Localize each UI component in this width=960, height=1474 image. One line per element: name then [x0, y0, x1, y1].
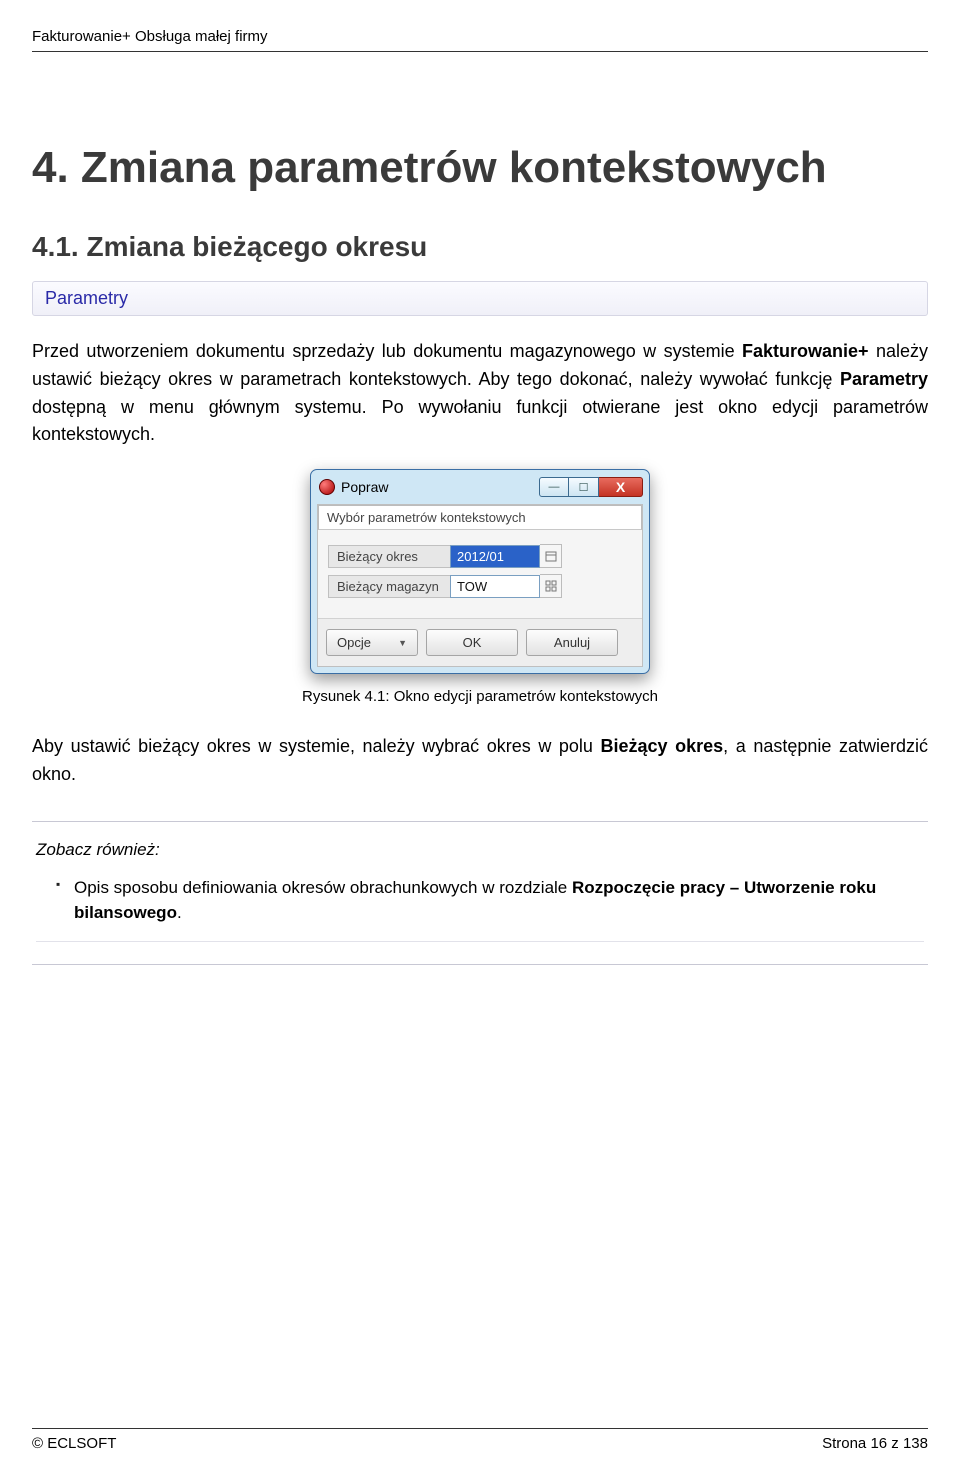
- opcje-button[interactable]: Opcje ▼: [326, 629, 418, 656]
- anuluj-button[interactable]: Anuluj: [526, 629, 618, 656]
- input-biezacy-okres[interactable]: 2012/01: [450, 545, 540, 568]
- chapter-title: 4. Zmiana parametrów kontekstowych: [32, 142, 928, 195]
- dialog-heading: Wybór parametrów kontekstowych: [318, 505, 642, 530]
- breadcrumb: Parametry: [32, 281, 928, 316]
- see-also-inner-rule: [36, 941, 924, 942]
- header-rule: [32, 51, 928, 52]
- minimize-button[interactable]: —: [539, 477, 569, 497]
- section-title: 4.1. Zmiana bieżącego okresu: [32, 231, 928, 263]
- footer-right: Strona 16 z 138: [822, 1435, 928, 1452]
- chevron-down-icon: ▼: [398, 638, 407, 648]
- footer-left: © ECLSOFT: [32, 1435, 116, 1452]
- paragraph-1: Przed utworzeniem dokumentu sprzedaży lu…: [32, 338, 928, 450]
- dialog-figure: Popraw — ☐ X Wybór parametrów kontekstow…: [32, 469, 928, 674]
- p1-bold-1: Fakturowanie+: [742, 341, 869, 361]
- see-also-box: Zobacz również: Opis sposobu definiowani…: [32, 821, 928, 965]
- paragraph-2: Aby ustawić bieżący okres w systemie, na…: [32, 733, 928, 789]
- row-biezacy-okres: Bieżący okres 2012/01: [328, 544, 632, 568]
- window-titlebar: Popraw — ☐ X: [311, 470, 649, 500]
- popraw-window: Popraw — ☐ X Wybór parametrów kontekstow…: [310, 469, 650, 674]
- p1-bold-2: Parametry: [840, 369, 928, 389]
- see-also-run-c: .: [177, 903, 182, 922]
- opcje-button-label: Opcje: [337, 635, 371, 650]
- ok-button[interactable]: OK: [426, 629, 518, 656]
- close-button[interactable]: X: [599, 477, 643, 497]
- picker-magazyn-icon[interactable]: [540, 574, 562, 598]
- input-biezacy-magazyn[interactable]: TOW: [450, 575, 540, 598]
- label-biezacy-okres: Bieżący okres: [328, 545, 450, 568]
- row-biezacy-magazyn: Bieżący magazyn TOW: [328, 574, 632, 598]
- window-title-text: Popraw: [341, 479, 388, 495]
- figure-caption: Rysunek 4.1: Okno edycji parametrów kont…: [32, 688, 928, 705]
- label-biezacy-magazyn: Bieżący magazyn: [328, 575, 450, 598]
- p2-run-a: Aby ustawić bieżący okres w systemie, na…: [32, 736, 601, 756]
- dialog-button-row: Opcje ▼ OK Anuluj: [318, 618, 642, 666]
- see-also-label: Zobacz również:: [36, 840, 924, 860]
- page-footer: © ECLSOFT Strona 16 z 138: [32, 1421, 928, 1453]
- p1-run-e: dostępną w menu głównym systemu. Po wywo…: [32, 397, 928, 445]
- see-also-item: Opis sposobu definiowania okresów obrach…: [56, 876, 924, 925]
- maximize-button[interactable]: ☐: [569, 477, 599, 497]
- doc-header: Fakturowanie+ Obsługa małej firmy: [32, 28, 928, 45]
- see-also-run-a: Opis sposobu definiowania okresów obrach…: [74, 878, 572, 897]
- picker-okres-icon[interactable]: [540, 544, 562, 568]
- p2-bold: Bieżący okres: [601, 736, 724, 756]
- p1-run-a: Przed utworzeniem dokumentu sprzedaży lu…: [32, 341, 742, 361]
- window-app-icon: [319, 479, 335, 495]
